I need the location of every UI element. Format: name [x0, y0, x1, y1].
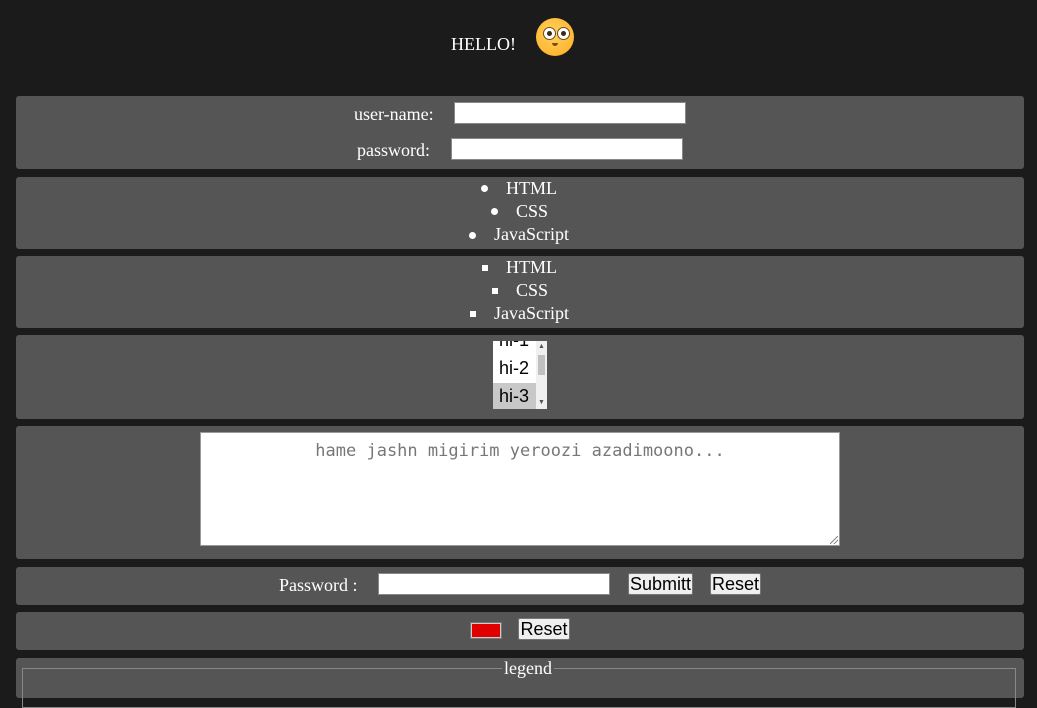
emoji-left-eye: [543, 27, 556, 40]
list-item: HTML: [506, 257, 557, 277]
listbox-option[interactable]: hi-1: [493, 341, 536, 353]
options-listbox[interactable]: hi-1 hi-2 hi-3 ▲ ▼: [493, 341, 547, 409]
emoji-mouth: [552, 43, 558, 46]
form-password-label: Password :: [279, 575, 358, 595]
greeting-text: HELLO!: [451, 34, 516, 54]
password-form-panel: Password : Submitt Reset: [16, 567, 1024, 605]
scroll-down-arrow-icon[interactable]: ▼: [538, 399, 545, 407]
login-panel: user-name: password:: [16, 96, 1024, 169]
square-bullet: [482, 265, 488, 271]
list-item: CSS: [516, 201, 549, 221]
fieldset-panel: legend: [16, 658, 1024, 708]
smiling-face-emoji-icon: [536, 18, 574, 56]
username-label: user-name:: [354, 104, 434, 124]
color-form-panel: Reset: [16, 612, 1024, 650]
submit-button[interactable]: Submitt: [628, 573, 693, 595]
color-reset-button[interactable]: Reset: [518, 618, 570, 640]
fieldset-legend: legend: [502, 658, 554, 679]
listbox-option-selected[interactable]: hi-3: [493, 383, 536, 409]
emoji-right-eye: [557, 27, 570, 40]
password-input[interactable]: [451, 138, 683, 160]
textarea-panel: hame jashn migirim yeroozi azadimoono...: [16, 426, 1024, 559]
form-password-input[interactable]: [378, 573, 610, 595]
reset-button[interactable]: Reset: [710, 573, 761, 595]
disc-list-panel: HTML CSS JavaScript: [16, 177, 1024, 249]
listbox-option[interactable]: hi-2: [493, 355, 536, 381]
resize-grip-icon[interactable]: [830, 536, 838, 544]
scroll-up-arrow-icon[interactable]: ▲: [538, 343, 545, 351]
username-input[interactable]: [454, 102, 686, 124]
square-bullet: [492, 288, 498, 294]
list-item: CSS: [516, 280, 549, 300]
scrollbar-thumb[interactable]: [538, 355, 545, 375]
password-label: password:: [357, 140, 430, 160]
listbox-scrollbar[interactable]: ▲ ▼: [536, 341, 547, 409]
list-item: JavaScript: [494, 303, 569, 323]
list-item: HTML: [506, 178, 557, 198]
square-list-panel: HTML CSS JavaScript: [16, 256, 1024, 328]
disc-bullet: [491, 208, 498, 215]
square-bullet: [470, 311, 476, 317]
header: HELLO!: [0, 0, 1037, 80]
disc-bullet: [469, 232, 476, 239]
message-textarea[interactable]: hame jashn migirim yeroozi azadimoono...: [200, 432, 840, 546]
color-picker[interactable]: [470, 622, 502, 639]
select-panel: hi-1 hi-2 hi-3 ▲ ▼: [16, 335, 1024, 419]
textarea-placeholder: hame jashn migirim yeroozi azadimoono...: [315, 441, 725, 461]
list-item: JavaScript: [494, 224, 569, 244]
disc-bullet: [481, 185, 488, 192]
